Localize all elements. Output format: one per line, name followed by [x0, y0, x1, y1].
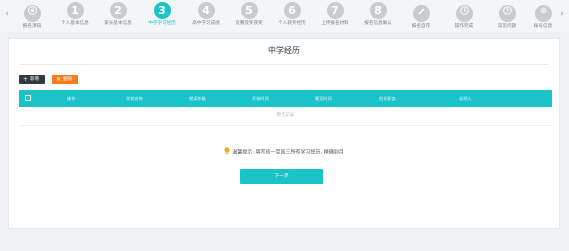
step-complete[interactable]: 操作完成 — [442, 2, 486, 30]
step-label: 竞赛及奖获奖 — [235, 21, 263, 26]
step-label: 个人基本信息 — [61, 21, 89, 26]
pen-icon — [412, 5, 430, 22]
step-label: 报名信息确认 — [364, 21, 392, 26]
add-button[interactable]: + 新增 — [19, 75, 45, 84]
step-number: 7 — [326, 2, 344, 19]
column-header: 就读年级 — [189, 96, 206, 101]
step-label: 家长基本信息 — [104, 21, 132, 26]
step-4[interactable]: 4 高中学习成绩 — [184, 2, 228, 30]
page-title: 中学经历 — [268, 46, 300, 55]
step-1[interactable]: 1 个人基本信息 — [53, 2, 97, 30]
step-number: 5 — [240, 2, 258, 19]
step-label: 个人获奖经历 — [278, 21, 306, 26]
step-2[interactable]: 2 家长基本信息 — [96, 2, 140, 30]
step-label: 操作完成 — [454, 24, 474, 29]
question-icon: ? — [498, 5, 516, 22]
step-number: 3 — [153, 2, 171, 19]
step-number: 1 — [66, 2, 84, 19]
column-header: 操作 — [67, 96, 76, 101]
step-7[interactable]: 7 上传报名材料 — [313, 2, 357, 30]
step-label: 高中学习成绩 — [192, 21, 220, 26]
tip-message: 温馨提示: 填写初一至高三所有学习经历, 精确到月 — [9, 147, 559, 157]
column-header: 学校名称 — [126, 96, 143, 101]
clock-icon — [455, 5, 473, 22]
step-label: 报名自荐 — [411, 24, 431, 29]
column-header: 担任职务 — [379, 96, 396, 101]
step-label: 报名须知 — [22, 24, 42, 29]
step-self-recommend[interactable]: 报名自荐 — [399, 2, 443, 30]
close-icon: ✕ — [56, 76, 62, 83]
lightbulb-icon — [224, 147, 230, 157]
step-5[interactable]: 5 竞赛及奖获奖 — [227, 2, 271, 30]
step-number: 2 — [109, 2, 127, 19]
step-label: 上传报名材料 — [321, 21, 349, 26]
table-divider — [19, 125, 552, 126]
step-label: 中学学习经历 — [148, 21, 176, 26]
svg-text:?: ? — [505, 8, 508, 14]
step-number: 6 — [283, 2, 301, 19]
step-8[interactable]: 8 报名信息确认 — [356, 2, 400, 30]
add-button-label: 新增 — [30, 77, 40, 82]
step-notice[interactable]: 报名须知 — [10, 2, 54, 30]
content-card: 中学经历 + 新增 ✕ 删除 操作 学校名称 就读年级 开始时间 截至时间 担任职务… — [8, 38, 560, 229]
select-all-checkbox[interactable] — [25, 95, 31, 101]
table-header: 操作 学校名称 就读年级 开始时间 截至时间 担任职务 证明人 — [19, 90, 552, 107]
delete-button-label: 删除 — [63, 77, 73, 82]
plus-icon: + — [23, 76, 29, 83]
step-number: 4 — [197, 2, 215, 19]
scroll-right-icon[interactable]: › — [557, 8, 567, 20]
column-header: 截至时间 — [315, 96, 332, 101]
tip-text: 温馨提示: 填写初一至高三所有学习经历, 精确到月 — [232, 149, 344, 156]
target-icon — [23, 5, 41, 22]
divider — [19, 64, 549, 65]
step-6[interactable]: 6 个人获奖经历 — [270, 2, 314, 30]
step-label: 账号信息 — [533, 24, 553, 29]
gear-icon — [534, 5, 552, 22]
step-3-active[interactable]: 3 中学学习经历 — [140, 2, 184, 30]
step-navigation-bar: ‹ 报名须知 1 个人基本信息 2 家长基本信息 3 中学学习经历 4 高中学习… — [0, 0, 569, 32]
next-step-button[interactable]: 下一步 — [240, 169, 323, 184]
step-number: 8 — [369, 2, 387, 19]
empty-table-message: 暂无记录 — [276, 113, 295, 118]
column-header: 开始时间 — [252, 96, 269, 101]
delete-button[interactable]: ✕ 删除 — [52, 75, 78, 84]
column-header: 证明人 — [459, 96, 472, 101]
